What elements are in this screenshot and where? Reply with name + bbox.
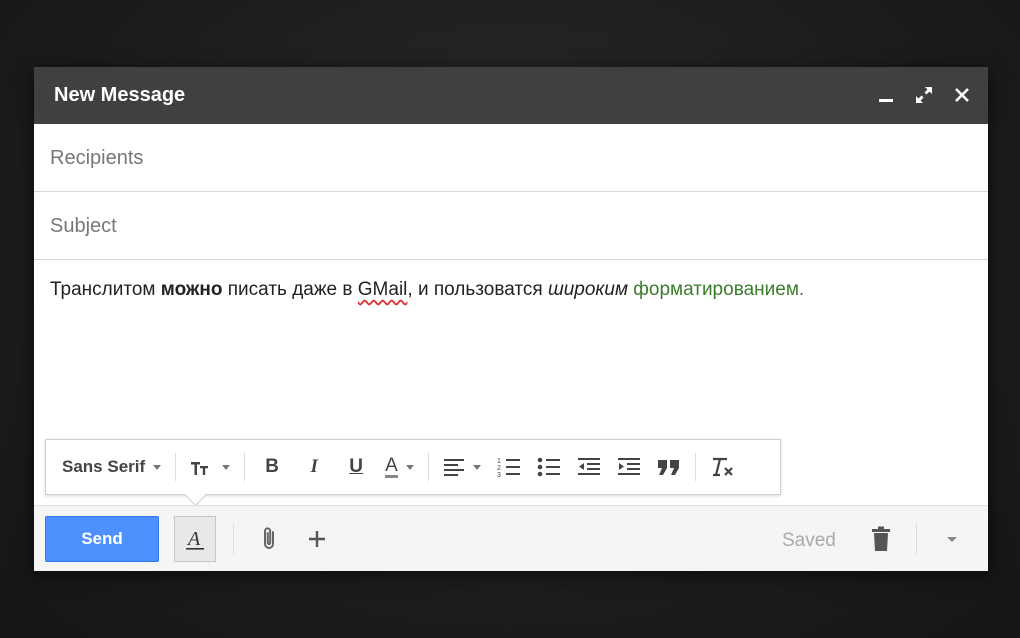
italic-button[interactable]: I bbox=[293, 449, 335, 485]
chevron-down-icon bbox=[947, 537, 957, 542]
footer-divider bbox=[233, 523, 234, 555]
underline-button[interactable]: U bbox=[335, 449, 377, 485]
chevron-down-icon bbox=[153, 464, 162, 470]
more-menu-button[interactable] bbox=[937, 524, 967, 554]
plus-icon bbox=[309, 531, 325, 547]
save-status: Saved bbox=[782, 530, 836, 551]
align-button[interactable] bbox=[435, 449, 489, 485]
toolbar-divider bbox=[427, 453, 429, 481]
recipients-row bbox=[34, 124, 988, 192]
message-body[interactable]: Транслитом можно писать даже в GMail, и … bbox=[50, 277, 970, 303]
font-family-label: Sans Serif bbox=[62, 457, 146, 476]
remove-formatting-button[interactable] bbox=[702, 449, 744, 485]
svg-text:1: 1 bbox=[497, 458, 501, 465]
body-text-bold: можно bbox=[160, 279, 223, 300]
chevron-down-icon bbox=[472, 464, 481, 470]
indent-less-icon bbox=[577, 458, 600, 475]
body-text-italic: широким bbox=[547, 279, 628, 300]
compose-footer: Send A Saved bbox=[34, 505, 988, 571]
subject-input[interactable] bbox=[48, 210, 952, 242]
compose-title: New Message bbox=[54, 84, 186, 106]
footer-divider bbox=[916, 523, 917, 555]
indent-more-icon bbox=[617, 458, 640, 475]
fullscreen-icon[interactable] bbox=[912, 83, 936, 107]
font-size-button[interactable] bbox=[182, 449, 238, 485]
formatting-toolbar: Sans Serif B I U A 123 bbox=[45, 439, 781, 495]
bold-button[interactable]: B bbox=[251, 449, 293, 485]
clear-formatting-icon bbox=[712, 457, 733, 477]
close-icon[interactable] bbox=[950, 83, 974, 107]
discard-draft-button[interactable] bbox=[866, 524, 896, 554]
quote-button[interactable] bbox=[649, 449, 689, 485]
chevron-down-icon bbox=[222, 464, 231, 470]
minimize-icon[interactable] bbox=[874, 83, 898, 107]
indent-less-button[interactable] bbox=[569, 449, 609, 485]
numbered-list-icon: 123 bbox=[497, 458, 520, 477]
send-button[interactable]: Send bbox=[45, 516, 159, 562]
svg-text:A: A bbox=[186, 528, 201, 550]
bulleted-list-button[interactable] bbox=[529, 449, 569, 485]
text-color-icon: A bbox=[385, 454, 398, 478]
formatting-toggle-button[interactable]: A bbox=[174, 516, 216, 562]
compose-window: New Message Транслитом можно писать даже… bbox=[34, 67, 988, 571]
text-size-icon bbox=[191, 462, 209, 475]
recipients-input[interactable] bbox=[48, 142, 952, 174]
body-text-misspelled: GMail bbox=[357, 279, 408, 300]
body-text-green: форматированием. bbox=[633, 279, 805, 300]
quote-icon bbox=[657, 460, 679, 475]
bulleted-list-icon bbox=[537, 457, 560, 477]
indent-more-button[interactable] bbox=[609, 449, 649, 485]
body-text-1: Транслитом bbox=[50, 279, 161, 300]
attach-button[interactable] bbox=[255, 524, 285, 554]
toolbar-divider bbox=[244, 453, 246, 481]
toolbar-divider bbox=[175, 453, 177, 481]
svg-text:3: 3 bbox=[497, 472, 501, 477]
paperclip-icon bbox=[264, 527, 274, 549]
more-options-button[interactable] bbox=[302, 524, 332, 554]
toolbar-divider bbox=[694, 453, 696, 481]
numbered-list-button[interactable]: 123 bbox=[489, 449, 529, 485]
chevron-down-icon bbox=[405, 464, 414, 470]
subject-row bbox=[34, 192, 988, 260]
compose-titlebar[interactable]: New Message bbox=[34, 67, 988, 124]
body-text-2: писать даже в bbox=[222, 279, 358, 300]
font-family-select[interactable]: Sans Serif bbox=[46, 449, 169, 485]
text-format-icon: A bbox=[186, 528, 204, 550]
text-color-button[interactable]: A bbox=[377, 449, 422, 485]
window-controls bbox=[874, 83, 974, 107]
body-text-3: , и пользоватся bbox=[407, 279, 548, 300]
trash-icon bbox=[872, 526, 890, 551]
align-left-icon bbox=[443, 459, 464, 476]
svg-text:2: 2 bbox=[497, 465, 501, 472]
